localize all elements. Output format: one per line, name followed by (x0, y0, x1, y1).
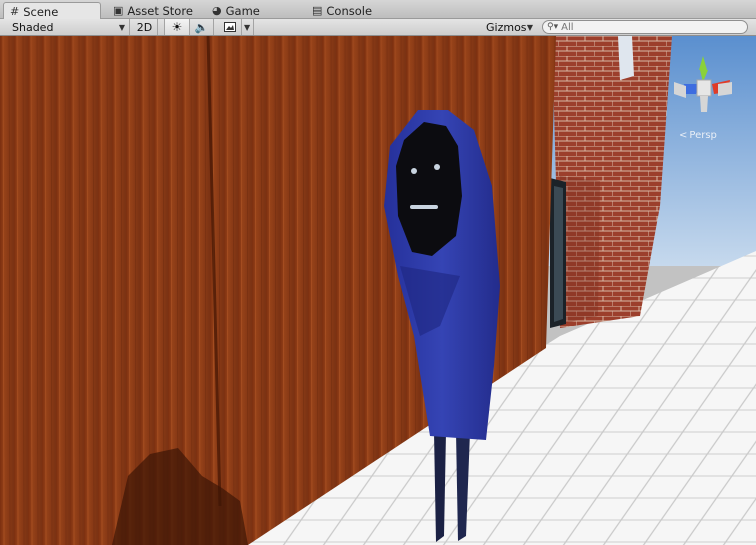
tab-console[interactable]: ▤ Console (306, 2, 380, 19)
door-glass (554, 186, 563, 322)
effects-dropdown[interactable]: ▼ (242, 19, 254, 35)
tab-asset-store[interactable]: ▣ Asset Store (107, 2, 201, 19)
character-face (396, 122, 462, 256)
document-icon: ▤ (312, 4, 323, 17)
image-icon (223, 22, 236, 32)
2d-mode-button[interactable]: 2D (132, 19, 158, 35)
character-right-eye (434, 164, 440, 170)
dropdown-arrow-icon: ▼ (118, 22, 125, 32)
gizmo-center-cube[interactable] (696, 79, 712, 97)
shading-mode-label: Shaded (12, 20, 54, 34)
search-icon: ⚲▾ (547, 22, 559, 32)
tab-scene[interactable]: # Scene (3, 2, 101, 20)
shading-mode-dropdown[interactable]: Shaded ▼ (4, 19, 130, 35)
scene-viewport[interactable]: < Persp (0, 36, 756, 545)
scene-toolbar: Shaded ▼ 2D ☀ 🔈 ▼ Gizmos ▼ ⚲▾ (0, 19, 756, 36)
scene-render (0, 36, 756, 545)
2d-mode-label: 2D (136, 20, 153, 34)
tab-game-label: Game (225, 3, 260, 18)
speaker-icon: 🔈 (194, 20, 209, 34)
projection-label[interactable]: < Persp (679, 130, 717, 141)
tab-bar: # Scene ▣ Asset Store ◕ Game ▤ Console (0, 0, 756, 20)
dropdown-arrow-icon: ▼ (244, 22, 251, 32)
dropdown-arrow-icon: ▼ (526, 22, 533, 32)
tab-console-label: Console (326, 3, 373, 18)
character-mouth (410, 205, 438, 209)
gizmo-negative-y[interactable] (700, 96, 708, 112)
gizmos-label: Gizmos (486, 20, 527, 34)
character-left-eye (411, 168, 417, 174)
audio-toggle[interactable]: 🔈 (190, 19, 214, 35)
tab-scene-label: Scene (23, 4, 59, 19)
projection-label-text: Persp (689, 130, 717, 141)
effects-toggle[interactable] (218, 19, 242, 35)
sun-icon: ☀ (171, 20, 183, 34)
gizmo-negative-z[interactable] (718, 82, 732, 96)
gizmos-dropdown[interactable]: Gizmos ▼ (480, 19, 536, 35)
search-input[interactable] (561, 21, 742, 33)
scene-search[interactable]: ⚲▾ (542, 20, 748, 34)
tab-game[interactable]: ◕ Game (206, 2, 268, 19)
persp-icon: < (679, 130, 688, 141)
character-left-leg (434, 432, 446, 542)
bag-icon: ▣ (113, 4, 124, 17)
lighting-toggle[interactable]: ☀ (164, 19, 190, 35)
pacman-icon: ◕ (212, 4, 222, 17)
grid-icon: # (10, 5, 20, 18)
window-frame (618, 36, 634, 80)
tab-asset-store-label: Asset Store (127, 3, 193, 18)
